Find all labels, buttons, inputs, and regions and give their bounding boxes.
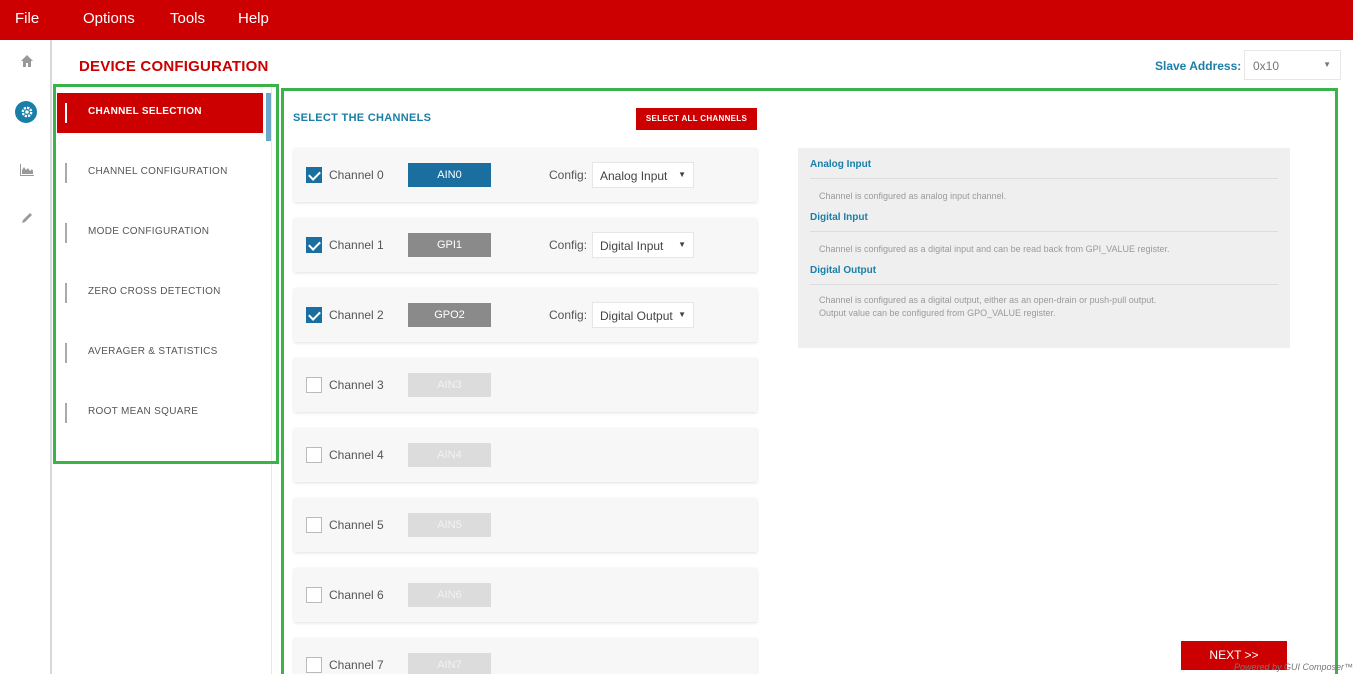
slave-address-value: 0x10 (1253, 59, 1280, 73)
slave-address-select[interactable]: 0x10 ▼ (1244, 50, 1341, 80)
chart-icon[interactable] (17, 160, 37, 180)
chevron-down-icon: ▼ (678, 240, 686, 249)
menu-bar: File Options Tools Help (0, 0, 1353, 40)
channel-3-label: Channel 3 (329, 378, 384, 392)
menu-help[interactable]: Help (238, 10, 269, 27)
info-digital-output-desc-2: Output value can be configured from GPO_… (819, 308, 1056, 318)
powered-by-label: Powered by GUI Composer™ (1234, 662, 1353, 672)
config-value: Analog Input (600, 169, 668, 183)
chevron-down-icon: ▼ (678, 170, 686, 179)
nav-channel-configuration[interactable]: CHANNEL CONFIGURATION (57, 153, 263, 193)
nav-averager-statistics[interactable]: AVERAGER & STATISTICS (57, 333, 263, 373)
channel-3-checkbox[interactable] (306, 377, 322, 393)
home-icon[interactable] (17, 51, 37, 71)
channel-5-badge: AIN5 (408, 513, 491, 537)
config-label: Config: (549, 238, 588, 252)
config-value: Digital Output (600, 309, 673, 323)
channel-7-label: Channel 7 (329, 658, 384, 672)
channel-6-badge: AIN6 (408, 583, 491, 607)
icon-rail (0, 40, 52, 674)
nav-zero-cross-detection[interactable]: ZERO CROSS DETECTION (57, 273, 263, 313)
channel-row-0: Channel 0 AIN0 Config: Analog Input ▼ (294, 148, 757, 202)
section-title: SELECT THE CHANNELS (293, 112, 432, 124)
config-label: Config: (549, 168, 588, 182)
channel-2-checkbox[interactable] (306, 307, 322, 323)
channel-2-badge: GPO2 (408, 303, 491, 327)
nav-label: CHANNEL SELECTION (88, 106, 202, 117)
config-info-panel: Analog Input Channel is configured as an… (798, 148, 1290, 348)
info-analog-desc: Channel is configured as analog input ch… (819, 191, 1007, 201)
nav-label: AVERAGER & STATISTICS (88, 346, 218, 357)
info-digital-output-title: Digital Output (810, 265, 877, 276)
nav-label: ROOT MEAN SQUARE (88, 406, 199, 417)
info-analog-title: Analog Input (810, 159, 872, 170)
page-title: DEVICE CONFIGURATION (79, 58, 269, 75)
channel-2-label: Channel 2 (329, 308, 384, 322)
channel-1-config-select[interactable]: Digital Input ▼ (592, 232, 694, 258)
info-digital-input-title: Digital Input (810, 212, 868, 223)
nav-label: MODE CONFIGURATION (88, 226, 210, 237)
channel-row-2: Channel 2 GPO2 Config: Digital Output ▼ (294, 288, 757, 342)
channel-0-config-select[interactable]: Analog Input ▼ (592, 162, 694, 188)
channel-6-checkbox[interactable] (306, 587, 322, 603)
channel-4-label: Channel 4 (329, 448, 384, 462)
config-label: Config: (549, 308, 588, 322)
nav-channel-selection[interactable]: CHANNEL SELECTION (57, 93, 263, 133)
channel-0-checkbox[interactable] (306, 167, 322, 183)
pencil-icon[interactable] (17, 207, 37, 227)
info-digital-output-desc-1: Channel is configured as a digital outpu… (819, 295, 1157, 305)
nav-mode-configuration[interactable]: MODE CONFIGURATION (57, 213, 263, 253)
channel-0-badge: AIN0 (408, 163, 491, 187)
nav-root-mean-square[interactable]: ROOT MEAN SQUARE (57, 393, 263, 433)
menu-file[interactable]: File (15, 10, 39, 27)
channel-4-badge: AIN4 (408, 443, 491, 467)
channel-7-checkbox[interactable] (306, 657, 322, 673)
info-digital-input-desc: Channel is configured as a digital input… (819, 244, 1170, 254)
channel-5-label: Channel 5 (329, 518, 384, 532)
channel-3-badge: AIN3 (408, 373, 491, 397)
channel-1-badge: GPI1 (408, 233, 491, 257)
channel-row-7: Channel 7 AIN7 (294, 638, 757, 674)
channel-5-checkbox[interactable] (306, 517, 322, 533)
channel-4-checkbox[interactable] (306, 447, 322, 463)
channel-row-1: Channel 1 GPI1 Config: Digital Input ▼ (294, 218, 757, 272)
channel-row-6: Channel 6 AIN6 (294, 568, 757, 622)
menu-tools[interactable]: Tools (170, 10, 205, 27)
chevron-down-icon: ▼ (678, 310, 686, 319)
slave-address-label: Slave Address: (1155, 59, 1242, 73)
gear-icon[interactable] (17, 102, 37, 122)
channel-7-badge: AIN7 (408, 653, 491, 674)
channel-6-label: Channel 6 (329, 588, 384, 602)
channel-2-config-select[interactable]: Digital Output ▼ (592, 302, 694, 328)
sidebar-scrollbar[interactable] (266, 93, 271, 141)
channel-row-3: Channel 3 AIN3 (294, 358, 757, 412)
channel-0-label: Channel 0 (329, 168, 384, 182)
channel-1-checkbox[interactable] (306, 237, 322, 253)
select-all-channels-button[interactable]: SELECT ALL CHANNELS (636, 108, 757, 130)
channel-1-label: Channel 1 (329, 238, 384, 252)
channel-row-4: Channel 4 AIN4 (294, 428, 757, 482)
nav-label: CHANNEL CONFIGURATION (88, 166, 228, 177)
chevron-down-icon: ▼ (1323, 60, 1331, 69)
nav-label: ZERO CROSS DETECTION (88, 286, 221, 297)
config-value: Digital Input (600, 239, 664, 253)
menu-options[interactable]: Options (83, 10, 135, 27)
channel-row-5: Channel 5 AIN5 (294, 498, 757, 552)
